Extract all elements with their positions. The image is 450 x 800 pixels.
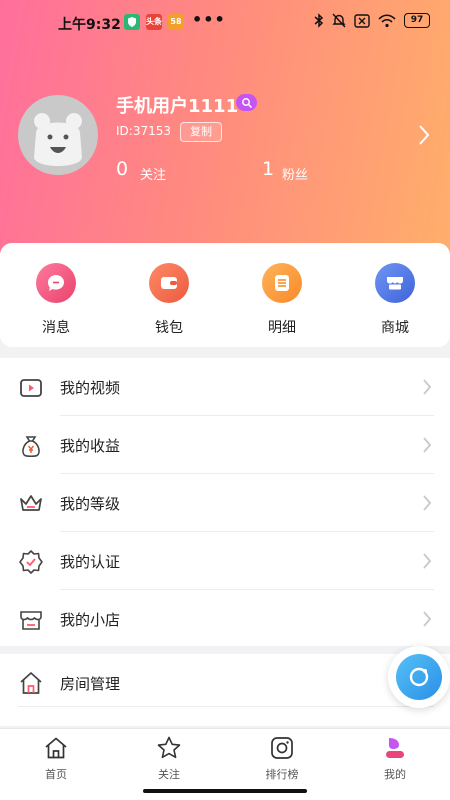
wifi-icon: [378, 13, 396, 27]
menu-item-my-videos[interactable]: 我的视频: [0, 358, 450, 416]
status-time: 上午9:32: [58, 17, 121, 33]
fans-count[interactable]: 1: [262, 158, 274, 180]
status-app-icons: 头条 58: [124, 14, 184, 30]
menu-item-label: 我的等级: [60, 495, 121, 513]
tab-label: 关注: [158, 768, 180, 781]
menu-item-label: 我的收益: [60, 437, 121, 455]
video-icon: [20, 379, 42, 397]
profile-icon: [386, 738, 404, 758]
menu-item-label: 我的认证: [60, 553, 121, 571]
user-id: ID:37153: [116, 124, 171, 138]
store-icon: [375, 263, 415, 303]
house-icon: [20, 672, 42, 694]
chevron-right-icon: [423, 611, 432, 627]
shield-app-icon: [124, 14, 140, 30]
user-name: 手机用户1111: [116, 96, 239, 117]
shop-icon: [20, 611, 42, 630]
floating-camera-button[interactable]: [388, 646, 450, 708]
quick-action-messages[interactable]: 消息: [20, 263, 92, 337]
chevron-right-icon: [423, 495, 432, 511]
star-icon: [157, 736, 181, 759]
chevron-right-icon: [423, 553, 432, 569]
quick-action-store[interactable]: 商城: [359, 263, 431, 337]
menu-item-room-management[interactable]: 房间管理: [0, 654, 450, 726]
menu-item-my-earnings[interactable]: 我的收益: [0, 416, 450, 474]
chevron-right-icon: [423, 379, 432, 395]
chevron-right-icon: [423, 437, 432, 453]
tab-mine[interactable]: 我的: [359, 735, 431, 782]
tab-label: 首页: [45, 768, 67, 781]
menu-item-my-verification[interactable]: 我的认证: [0, 532, 450, 590]
toutiao-app-icon: 头条: [146, 14, 162, 30]
menu-item-label: 我的小店: [60, 611, 121, 629]
message-icon: [36, 263, 76, 303]
divider: [18, 706, 434, 707]
no-sim-icon: [354, 13, 370, 28]
quick-action-label: 商城: [381, 320, 409, 336]
quick-action-label: 明细: [268, 320, 296, 336]
fans-label[interactable]: 粉丝: [282, 164, 308, 183]
menu-item-label: 房间管理: [60, 675, 121, 693]
home-indicator: [143, 789, 307, 793]
tab-home[interactable]: 首页: [20, 735, 92, 782]
menu-item-my-shop[interactable]: 我的小店: [0, 590, 450, 648]
menu-item-my-level[interactable]: 我的等级: [0, 474, 450, 532]
profile-header: 上午9:32 头条 58 ••• 97 手机用户1111 ID:37153 复制…: [0, 0, 450, 260]
bluetooth-icon: [314, 13, 324, 28]
quick-action-wallet[interactable]: 钱包: [133, 263, 205, 337]
quick-action-details[interactable]: 明细: [246, 263, 318, 337]
status-system-icons: 97: [314, 13, 430, 28]
status-more-dots: •••: [192, 10, 226, 29]
tab-ranking[interactable]: 排行榜: [246, 735, 318, 782]
menu-item-label: 我的视频: [60, 379, 121, 397]
status-bar: 上午9:32 头条 58 ••• 97: [0, 0, 450, 46]
crown-icon: [20, 495, 42, 511]
camera-icon: [271, 737, 293, 759]
money-bag-icon: [22, 436, 40, 458]
tab-label: 排行榜: [265, 768, 299, 781]
list-icon: [262, 263, 302, 303]
bear-avatar-icon: [34, 113, 82, 166]
tab-following[interactable]: 关注: [133, 735, 205, 782]
avatar[interactable]: [18, 95, 98, 175]
verified-badge-icon: [19, 550, 43, 574]
following-count[interactable]: 0: [116, 158, 128, 180]
menu-list: 我的视频 我的收益 我的等级 我的认证 我的小店: [0, 358, 450, 646]
quick-action-label: 消息: [42, 320, 70, 336]
lens-icon: [396, 654, 442, 700]
quick-action-label: 钱包: [155, 320, 183, 336]
quick-actions-card: 消息 钱包 明细 商城: [0, 243, 450, 347]
58-app-icon: 58: [168, 14, 184, 30]
mute-bell-icon: [332, 13, 346, 28]
copy-id-button[interactable]: 复制: [180, 122, 222, 142]
search-badge-icon[interactable]: [236, 94, 257, 111]
following-label[interactable]: 关注: [140, 164, 166, 183]
chevron-right-icon[interactable]: [418, 124, 430, 150]
battery-icon: 97: [404, 13, 430, 28]
wallet-icon: [149, 263, 189, 303]
home-icon: [45, 737, 67, 759]
tab-label: 我的: [384, 768, 406, 781]
